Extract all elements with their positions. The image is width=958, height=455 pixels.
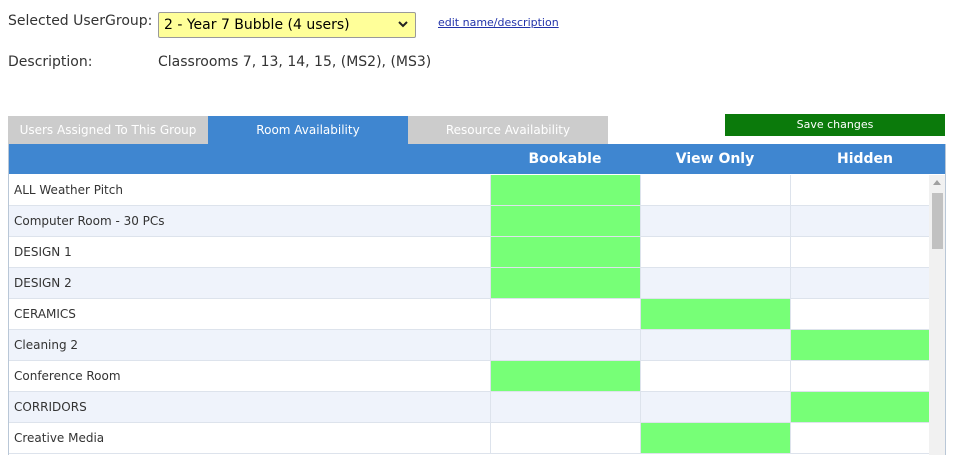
cell-hidden[interactable] <box>790 330 929 360</box>
room-name: Conference Room <box>14 369 121 383</box>
table-row: Creative Media <box>9 423 929 454</box>
column-header-hidden: Hidden <box>836 151 894 167</box>
room-name: DESIGN 1 <box>14 245 72 259</box>
cell-bookable[interactable] <box>490 237 640 267</box>
usergroup-select-value: 2 - Year 7 Bubble (4 users) <box>164 17 350 33</box>
cell-view-only[interactable] <box>640 206 790 236</box>
room-name: ALL Weather Pitch <box>14 183 123 197</box>
cell-bookable[interactable] <box>490 330 640 360</box>
edit-name-description-link[interactable]: edit name/description <box>438 16 559 29</box>
tab-users-assigned[interactable]: Users Assigned To This Group <box>8 116 208 144</box>
table-row: Computer Room - 30 PCs <box>9 206 929 237</box>
room-name: CORRIDORS <box>14 400 87 414</box>
cell-bookable[interactable] <box>490 361 640 391</box>
table-row: Conference Room <box>9 361 929 392</box>
table-row: DESIGN 1 <box>9 237 929 268</box>
cell-view-only[interactable] <box>640 237 790 267</box>
chevron-down-icon <box>398 21 408 28</box>
room-name: CERAMICS <box>14 307 76 321</box>
table-row: Cleaning 2 <box>9 330 929 361</box>
tab-resource-availability[interactable]: Resource Availability <box>408 116 608 144</box>
room-name: DESIGN 2 <box>14 276 72 290</box>
cell-view-only[interactable] <box>640 299 790 329</box>
tab-room-availability[interactable]: Room Availability <box>208 116 408 144</box>
cell-view-only[interactable] <box>640 423 790 453</box>
scrollbar-thumb[interactable] <box>932 193 943 249</box>
table-row: ALL Weather Pitch <box>9 175 929 206</box>
table-row: CERAMICS <box>9 299 929 330</box>
cell-view-only[interactable] <box>640 268 790 298</box>
cell-hidden[interactable] <box>790 175 929 205</box>
cell-bookable[interactable] <box>490 268 640 298</box>
cell-hidden[interactable] <box>790 268 929 298</box>
description-label: Description: <box>8 54 93 70</box>
vertical-scrollbar[interactable] <box>929 175 945 455</box>
room-availability-grid: Bookable View Only Hidden ALL Weather Pi… <box>8 144 946 455</box>
column-header-bookable: Bookable <box>528 151 602 167</box>
room-rows: ALL Weather Pitch Computer Room - 30 PCs D… <box>9 175 929 454</box>
column-header-view-only: View Only <box>675 151 755 167</box>
cell-hidden[interactable] <box>790 392 929 422</box>
cell-view-only[interactable] <box>640 175 790 205</box>
arrow-up-icon[interactable] <box>933 180 941 185</box>
cell-bookable[interactable] <box>490 392 640 422</box>
description-value: Classrooms 7, 13, 14, 15, (MS2), (MS3) <box>158 54 432 70</box>
table-row: CORRIDORS <box>9 392 929 423</box>
room-name: Computer Room - 30 PCs <box>14 214 165 228</box>
cell-bookable[interactable] <box>490 423 640 453</box>
cell-hidden[interactable] <box>790 206 929 236</box>
cell-bookable[interactable] <box>490 206 640 236</box>
save-changes-button[interactable]: Save changes <box>725 114 945 136</box>
usergroup-label: Selected UserGroup: <box>8 13 153 29</box>
cell-view-only[interactable] <box>640 392 790 422</box>
cell-hidden[interactable] <box>790 299 929 329</box>
usergroup-select[interactable]: 2 - Year 7 Bubble (4 users) <box>158 12 416 38</box>
cell-view-only[interactable] <box>640 330 790 360</box>
room-name: Cleaning 2 <box>14 338 79 352</box>
grid-header: Bookable View Only Hidden <box>9 144 945 174</box>
cell-bookable[interactable] <box>490 299 640 329</box>
table-row: DESIGN 2 <box>9 268 929 299</box>
cell-bookable[interactable] <box>490 175 640 205</box>
cell-view-only[interactable] <box>640 361 790 391</box>
cell-hidden[interactable] <box>790 423 929 453</box>
room-name: Creative Media <box>14 431 105 445</box>
cell-hidden[interactable] <box>790 361 929 391</box>
cell-hidden[interactable] <box>790 237 929 267</box>
